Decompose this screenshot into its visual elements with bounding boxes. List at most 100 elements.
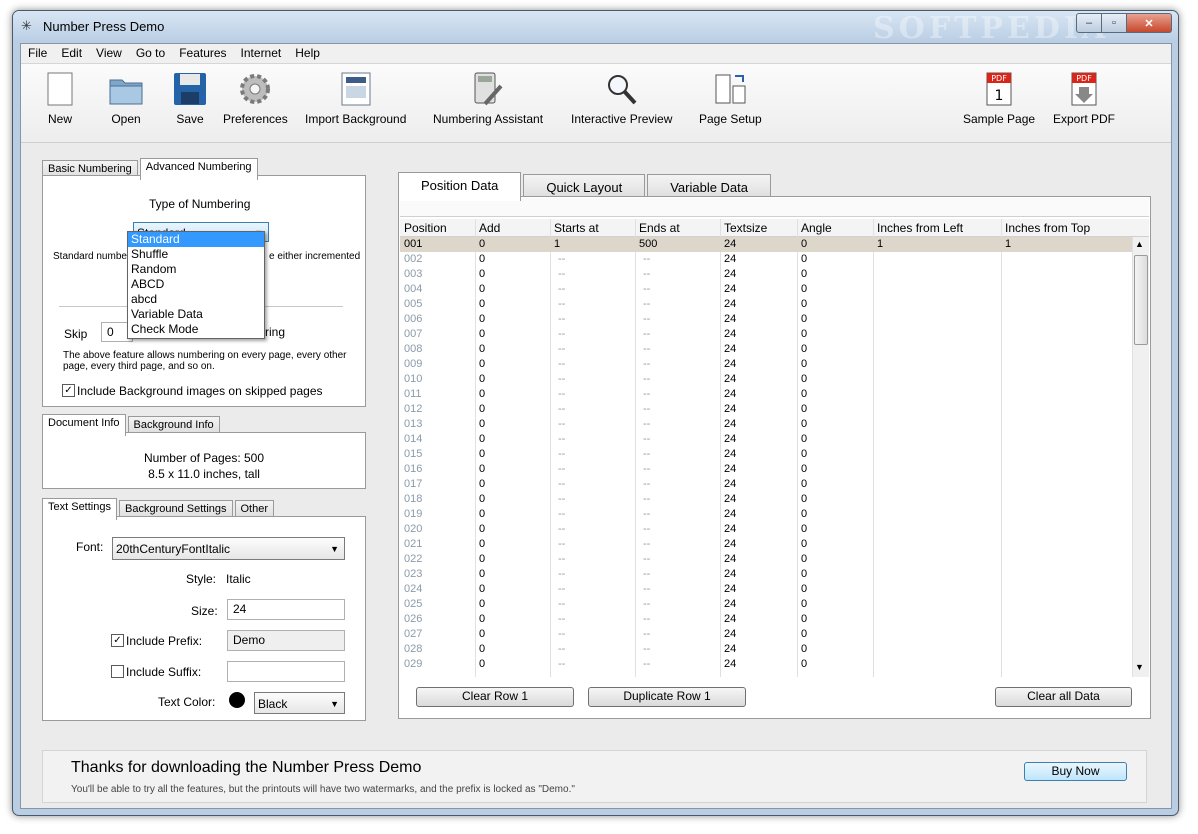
table-cell[interactable]: --: [558, 568, 565, 580]
include-prefix-checkbox[interactable]: ✓: [111, 634, 124, 647]
table-cell[interactable]: 0: [801, 448, 807, 460]
table-cell[interactable]: 24: [724, 493, 736, 505]
table-cell[interactable]: --: [643, 313, 650, 325]
table-cell[interactable]: --: [643, 568, 650, 580]
table-cell[interactable]: 016: [404, 463, 422, 475]
table-cell[interactable]: 0: [801, 298, 807, 310]
table-cell[interactable]: 0: [801, 343, 807, 355]
table-cell[interactable]: 24: [724, 253, 736, 265]
table-cell[interactable]: --: [558, 298, 565, 310]
table-cell[interactable]: 028: [404, 643, 422, 655]
grid-scrollbar[interactable]: ▲ ▼: [1132, 237, 1149, 677]
table-cell[interactable]: 003: [404, 268, 422, 280]
table-cell[interactable]: 0: [479, 643, 485, 655]
table-cell[interactable]: --: [558, 268, 565, 280]
title-bar[interactable]: ✳ Number Press Demo SOFTPEDIA – ▫ ✕: [13, 11, 1178, 46]
tab-document-info[interactable]: Document Info: [42, 414, 126, 436]
table-cell[interactable]: 009: [404, 358, 422, 370]
size-input[interactable]: 24: [227, 599, 345, 620]
scroll-thumb[interactable]: [1134, 255, 1148, 345]
clear-row-button[interactable]: Clear Row 1: [416, 687, 574, 707]
table-cell[interactable]: 0: [479, 583, 485, 595]
table-cell[interactable]: 24: [724, 583, 736, 595]
table-cell[interactable]: 0: [479, 463, 485, 475]
tab-advanced-numbering[interactable]: Advanced Numbering: [139, 158, 258, 180]
save-button[interactable]: Save: [173, 72, 207, 126]
table-cell[interactable]: 022: [404, 553, 422, 565]
table-cell[interactable]: 026: [404, 613, 422, 625]
table-cell[interactable]: 0: [801, 268, 807, 280]
dropdown-option[interactable]: Shuffle: [128, 247, 264, 262]
table-cell[interactable]: 002: [404, 253, 422, 265]
table-row[interactable]: 029 0 -- -- 24 0: [400, 657, 1133, 672]
table-cell[interactable]: 0: [479, 298, 485, 310]
table-cell[interactable]: 0: [801, 643, 807, 655]
column-header[interactable]: Textsize: [724, 221, 767, 235]
table-cell[interactable]: --: [643, 523, 650, 535]
sample-page-button[interactable]: PDF 1 Sample Page: [963, 72, 1035, 126]
table-cell[interactable]: --: [643, 598, 650, 610]
table-cell[interactable]: --: [558, 388, 565, 400]
table-row[interactable]: 027 0 -- -- 24 0: [400, 627, 1133, 642]
table-cell[interactable]: 0: [479, 418, 485, 430]
table-cell[interactable]: 024: [404, 583, 422, 595]
table-cell[interactable]: --: [643, 283, 650, 295]
open-button[interactable]: Open: [109, 72, 143, 126]
table-cell[interactable]: 24: [724, 328, 736, 340]
column-header[interactable]: Angle: [801, 221, 832, 235]
table-cell[interactable]: 24: [724, 598, 736, 610]
table-cell[interactable]: 004: [404, 283, 422, 295]
table-row[interactable]: 015 0 -- -- 24 0: [400, 447, 1133, 462]
table-cell[interactable]: --: [643, 553, 650, 565]
table-cell[interactable]: --: [643, 463, 650, 475]
preferences-button[interactable]: Preferences: [223, 72, 288, 126]
table-cell[interactable]: 0: [801, 313, 807, 325]
color-swatch[interactable]: [229, 692, 245, 708]
table-cell[interactable]: 0: [479, 403, 485, 415]
table-cell[interactable]: 0: [479, 553, 485, 565]
column-header[interactable]: Add: [479, 221, 500, 235]
scroll-up-icon[interactable]: ▲: [1135, 239, 1144, 249]
table-cell[interactable]: 24: [724, 433, 736, 445]
table-cell[interactable]: 24: [724, 553, 736, 565]
clear-all-data-button[interactable]: Clear all Data: [995, 687, 1132, 707]
table-cell[interactable]: 0: [479, 433, 485, 445]
table-cell[interactable]: 0: [479, 448, 485, 460]
table-cell[interactable]: --: [643, 298, 650, 310]
column-header[interactable]: Inches from Top: [1005, 221, 1090, 235]
suffix-input[interactable]: [227, 661, 345, 682]
table-cell[interactable]: 0: [479, 343, 485, 355]
table-cell[interactable]: 020: [404, 523, 422, 535]
table-row[interactable]: 025 0 -- -- 24 0: [400, 597, 1133, 612]
table-row[interactable]: 022 0 -- -- 24 0: [400, 552, 1133, 567]
table-cell[interactable]: 500: [639, 238, 657, 250]
table-cell[interactable]: 24: [724, 403, 736, 415]
table-row[interactable]: 019 0 -- -- 24 0: [400, 507, 1133, 522]
menu-internet[interactable]: Internet: [234, 44, 289, 63]
table-cell[interactable]: 010: [404, 373, 422, 385]
table-cell[interactable]: 023: [404, 568, 422, 580]
table-cell[interactable]: 025: [404, 598, 422, 610]
table-row[interactable]: 005 0 -- -- 24 0: [400, 297, 1133, 312]
table-cell[interactable]: --: [558, 553, 565, 565]
table-cell[interactable]: 013: [404, 418, 422, 430]
table-cell[interactable]: 24: [724, 268, 736, 280]
table-cell[interactable]: 005: [404, 298, 422, 310]
table-cell[interactable]: 0: [479, 523, 485, 535]
table-cell[interactable]: 0: [801, 553, 807, 565]
text-color-select[interactable]: Black ▼: [254, 692, 345, 714]
table-cell[interactable]: 0: [801, 658, 807, 670]
table-cell[interactable]: --: [558, 328, 565, 340]
table-cell[interactable]: 0: [801, 358, 807, 370]
table-row[interactable]: 021 0 -- -- 24 0: [400, 537, 1133, 552]
tab-position-data[interactable]: Position Data: [398, 172, 522, 201]
table-cell[interactable]: 24: [724, 448, 736, 460]
table-cell[interactable]: 012: [404, 403, 422, 415]
table-cell[interactable]: --: [558, 613, 565, 625]
table-row[interactable]: 009 0 -- -- 24 0: [400, 357, 1133, 372]
table-cell[interactable]: --: [558, 358, 565, 370]
table-cell[interactable]: 0: [801, 538, 807, 550]
table-cell[interactable]: 24: [724, 313, 736, 325]
table-cell[interactable]: --: [558, 253, 565, 265]
export-pdf-button[interactable]: PDF Export PDF: [1053, 72, 1115, 126]
